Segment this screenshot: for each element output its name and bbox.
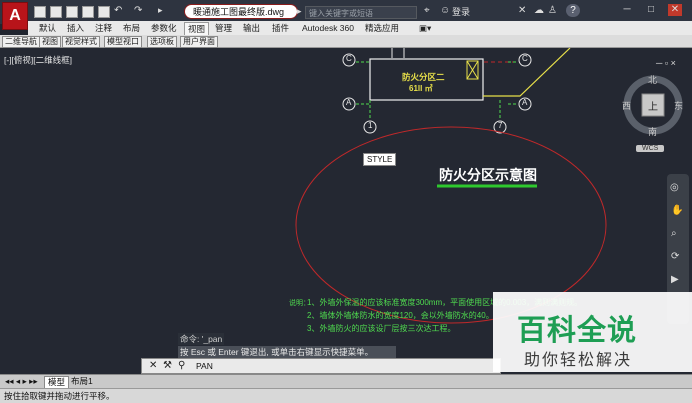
panel-model-viewports[interactable]: 模型视口 [104,36,142,48]
steering-wheel-icon[interactable]: ◎ [670,182,679,193]
customize-icon[interactable]: ⚒ [163,360,172,371]
print-icon[interactable] [98,6,110,18]
viewcube-top-face[interactable]: 上 [648,98,658,113]
tab-parametric[interactable]: 参数化 [148,22,180,34]
zoom-icon[interactable]: ⌕ [671,228,677,239]
command-prompt-icon: ⚲ [178,360,186,371]
room-area: 61ll ㎡ [409,84,433,93]
compass-south[interactable]: 南 [648,125,657,138]
tab-default[interactable]: 默认 [36,22,59,34]
axis-label-1: 1 [368,121,373,130]
command-line[interactable] [141,358,501,374]
subscription-icon[interactable]: ♙ [548,5,557,16]
ribbon-toggle-icon[interactable]: ▣▾ [416,22,434,34]
note-2: 2、墙体外墙体防水的宽度120，会以外墙防水的40。 [307,311,494,320]
binoculars-icon[interactable]: ⌖ [424,5,430,16]
exchange-icon[interactable]: ✕ [518,5,526,16]
room-name: 防火分区二 [402,72,445,82]
layout-tabs: ◂◂ ◂ ▸ ▸▸ 模型 布局1 [0,374,692,389]
panel-visual-styles[interactable]: 视觉样式 [62,36,100,48]
compass-west[interactable]: 西 [622,99,631,112]
redo-icon[interactable]: ↷ [134,5,142,16]
panel-tabs: 二维导航 视图 视觉样式 模型视口 选项板 用户界面 [0,35,692,48]
watermark-slogan: 助你轻松解决 [524,352,633,369]
watermark-logo: 百科全说 [517,315,638,347]
tab-insert[interactable]: 插入 [64,22,87,34]
tab-manage[interactable]: 管理 [212,22,235,34]
axis-label-7: 7 [498,121,503,130]
axis-label-c-right: C [522,54,528,63]
save-icon[interactable] [66,6,78,18]
tab-layout1[interactable]: 布局1 [68,376,96,387]
command-input[interactable]: PAN [196,361,213,371]
command-history-line: 命令: '_pan [178,333,225,345]
undo-icon[interactable]: ↶ [114,5,122,16]
save-as-icon[interactable] [82,6,94,18]
tab-autodesk-360[interactable]: Autodesk 360 [299,22,357,34]
tab-featured-apps[interactable]: 精选应用 [362,22,402,34]
ribbon-tabs: 默认 插入 注释 布局 参数化 视图 管理 输出 插件 Autodesk 360… [28,21,692,36]
open-file-icon[interactable] [50,6,62,18]
a360-icon[interactable]: ☁ [534,5,544,16]
tab-plugins[interactable]: 插件 [269,22,292,34]
compass-north[interactable]: 北 [648,73,657,86]
compass-east[interactable]: 东 [674,99,683,112]
search-expand-icon[interactable]: ▸ [297,6,302,17]
showmotion-icon[interactable]: ▶ [671,274,679,285]
command-history-line: 按 Esc 或 Enter 键退出, 或单击右键显示快捷菜单。 [178,346,396,358]
tab-view[interactable]: 视图 [184,22,210,35]
axis-label-a-right: A [522,98,528,107]
close-button[interactable]: ✕ [668,4,682,16]
pan-icon[interactable]: ✋ [671,205,683,216]
axis-label-a-left: A [346,98,352,107]
status-text: 按住拾取键并拖动进行平移。 [4,391,115,401]
panel-views[interactable]: 视图 [39,36,61,48]
panel-user-interface[interactable]: 用户界面 [180,36,218,48]
login-link[interactable]: 登录 [452,5,470,18]
minimize-button[interactable]: ─ [620,4,634,16]
user-icon[interactable]: ☺ [440,5,450,16]
tab-annotate[interactable]: 注释 [92,22,115,34]
wcs-menu[interactable]: WCS [636,145,665,152]
app-menu-button[interactable]: A [2,2,28,30]
quick-access-more-icon[interactable]: ▸ [158,5,163,16]
panel-2d-navigation[interactable]: 二维导航 [2,36,40,48]
orbit-icon[interactable]: ⟳ [671,251,679,262]
viewport-minimize-icon[interactable]: ─ ▫ × [656,58,676,68]
maximize-button[interactable]: □ [644,4,658,16]
search-input[interactable]: 键入关键字或短语 [305,6,417,19]
close-command-icon[interactable]: ✕ [149,360,157,371]
drawing-heading: 防火分区示意图 [439,167,537,183]
tab-layout[interactable]: 布局 [120,22,143,34]
tab-nav-arrows[interactable]: ◂◂ ◂ ▸ ▸▸ [2,376,41,387]
tab-output[interactable]: 输出 [240,22,263,34]
axis-label-c-left: C [346,54,352,63]
new-file-icon[interactable] [34,6,46,18]
style-tooltip: STYLE [363,153,397,166]
help-icon[interactable]: ? [566,4,580,17]
panel-palettes[interactable]: 选项板 [147,36,177,48]
document-title: 暖通施工图最终版.dwg [184,4,298,19]
note-3: 3、外墙防火的应该设厂层按三次达工程。 [307,324,456,333]
